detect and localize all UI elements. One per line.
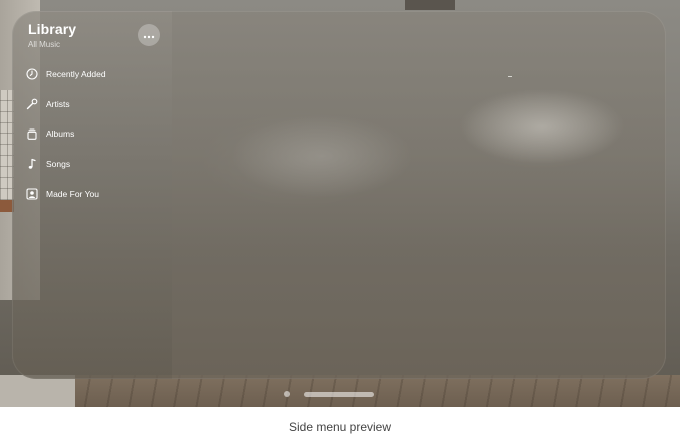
sidebar-item-recently-added[interactable]: Recently Added [12,59,172,89]
sidebar-nav: Recently Added Artists Albums Songs Made… [12,59,172,209]
caption: Side menu preview [288,420,392,434]
sidebar-item-made-for-you[interactable]: Made For You [12,179,172,209]
album-stack-icon [25,128,38,141]
app-window: Library All Music Recently Added Artists… [12,11,666,379]
background-shelf [405,0,455,10]
more-options-button[interactable] [138,24,160,46]
sidebar-item-songs[interactable]: Songs [12,149,172,179]
sidebar-item-label: Recently Added [46,69,106,79]
window-grab-bar[interactable] [304,392,374,397]
clock-icon [25,68,38,81]
background-floor-light [0,375,75,407]
person-square-icon [25,188,38,201]
sidebar-item-label: Songs [46,159,71,169]
sidebar: Library All Music Recently Added Artists… [12,11,172,379]
library-subtitle: All Music [28,40,61,49]
ellipsis-icon [143,26,155,44]
content-area [172,11,666,379]
sidebar-item-label: Made For You [46,189,99,199]
music-note-icon [25,158,38,171]
microphone-icon [25,98,38,111]
sidebar-item-albums[interactable]: Albums [12,119,172,149]
background-floor [0,375,680,407]
sidebar-item-label: Artists [46,99,70,109]
sidebar-item-artists[interactable]: Artists [12,89,172,119]
sidebar-item-label: Albums [46,129,75,139]
window-close-dot[interactable] [284,391,290,397]
library-title: Library [28,21,77,37]
content-placeholder-mark [508,75,512,77]
